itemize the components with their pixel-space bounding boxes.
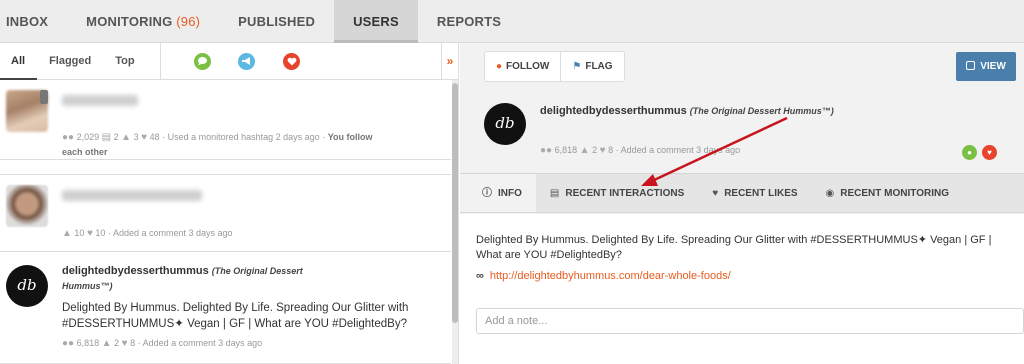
user-stats: ●● 6,818 ▲ 2 ♥ 8 · Added a comment 3 day… [62,338,263,349]
likes-icon: ♥ [86,228,93,239]
view-button[interactable]: VIEW [956,52,1016,81]
instagram-badge-icon [40,90,48,104]
info-icon: ⓘ [482,188,492,199]
followers-icon: ●● [62,338,75,349]
top-nav: INBOX MONITORING (96) PUBLISHED USERS RE… [0,0,1024,43]
expand-panel-button[interactable]: » [441,43,458,80]
likes-icon: ♥ [121,338,128,349]
tab-recent-interactions[interactable]: ▤ RECENT INTERACTIONS [536,174,698,212]
fullname-cont: Hummus™) [62,281,113,291]
comment-filter-icon[interactable] [194,53,211,70]
user-detail-panel: ● FOLLOW ⚑ FLAG VIEW db delightedbydessert… [460,43,1024,364]
heart-icon: ♥ [712,188,719,199]
scrollbar-thumb[interactable] [452,83,458,323]
filter-tab-top[interactable]: Top [103,43,146,80]
profile-header: db delightedbydesserthummus (The Origina… [460,92,1024,172]
heart-filter-icon[interactable] [283,53,300,70]
filter-tab-flagged[interactable]: Flagged [37,43,103,80]
tab-reports[interactable]: REPORTS [418,0,520,43]
profile-username: delightedbydesserthummus (The Original D… [540,105,834,117]
link-icon: ∞ [476,270,484,282]
comments-icon: ▲ [62,228,72,239]
tab-recent-likes[interactable]: ♥ RECENT LIKES [698,174,811,212]
heart-badge-icon: ♥ [982,145,997,160]
followers-icon: ●● [62,132,75,143]
filter-divider [160,43,161,80]
detail-bio-line1: Delighted By Hummus. Delighted By Life. … [476,234,992,246]
likes-icon: ♥ [599,145,606,156]
person-icon: ● [496,61,503,72]
user-list-panel: All Flagged Top » ●● 2,029 ▤ 2 ▲ 3 ♥ 48 … [0,43,459,364]
user-list-item[interactable]: ●● 2,029 ▤ 2 ▲ 3 ♥ 48 · Used a monitored… [0,80,451,160]
detail-bio-line2: What are YOU #DelightedBy? [476,249,622,261]
filter-bar: All Flagged Top » [0,43,458,80]
tab-info[interactable]: ⓘ INFO [460,174,536,212]
monitoring-count-badge: (96) [176,14,201,29]
avatar [6,185,48,227]
megaphone-filter-icon[interactable] [238,53,255,70]
comment-badge-icon: ● [962,145,977,160]
document-icon: ▤ [549,188,560,199]
user-list-item[interactable]: ▲ 10 ♥ 10 · Added a comment 3 days ago [0,174,451,252]
detail-tabs: ⓘ INFO ▤ RECENT INTERACTIONS ♥ RECENT LIKES… [460,173,1024,213]
blurred-username [62,190,202,201]
likes-icon: ♥ [141,132,148,143]
flag-icon: ⚑ [572,61,582,72]
avatar: db [6,265,48,307]
tab-users[interactable]: USERS [334,0,418,43]
add-note-input[interactable]: Add a note... [476,308,1024,334]
action-button-group: ● FOLLOW ⚑ FLAG [484,51,625,82]
profile-stats: ●● 6,818 ▲ 2 ♥ 8 · Added a comment 3 day… [540,145,741,156]
posts-icon: ▤ [101,132,112,143]
username: delightedbydesserthummus (The Original D… [62,265,303,277]
website-link[interactable]: ∞ http://delightedbyhummus.com/dear-whole… [476,270,731,282]
instagram-icon [966,61,976,70]
user-list-item-selected[interactable]: db delightedbydesserthummus (The Origina… [0,252,451,364]
user-stats: ●● 2,029 ▤ 2 ▲ 3 ♥ 48 · Used a monitored… [62,132,373,143]
tab-recent-monitoring[interactable]: ◉ RECENT MONITORING [812,174,963,212]
comments-icon: ▲ [121,132,132,143]
filter-tab-all[interactable]: All [0,43,38,80]
comments-icon: ▲ [101,338,112,349]
globe-icon: ◉ [825,188,835,199]
tab-inbox[interactable]: INBOX [0,0,67,43]
followers-icon: ●● [540,145,553,156]
follow-status: each other [62,147,108,157]
tab-monitoring[interactable]: MONITORING (96) [67,0,219,43]
comments-icon: ▲ [579,145,590,156]
user-stats: ▲ 10 ♥ 10 · Added a comment 3 days ago [62,228,233,239]
follow-button[interactable]: ● FOLLOW [485,52,560,81]
info-content: Delighted By Hummus. Delighted By Life. … [460,214,1024,364]
user-bio-line1: Delighted By Hummus. Delighted By Life. … [62,302,409,314]
user-bio-line2: #DESSERTHUMMUS✦ Vegan | GF | What are YO… [62,318,407,330]
profile-avatar: db [484,103,526,145]
blurred-username [62,95,138,106]
tab-monitoring-label: MONITORING [86,14,173,29]
flag-button[interactable]: ⚑ FLAG [560,52,623,81]
tab-published[interactable]: PUBLISHED [219,0,334,43]
